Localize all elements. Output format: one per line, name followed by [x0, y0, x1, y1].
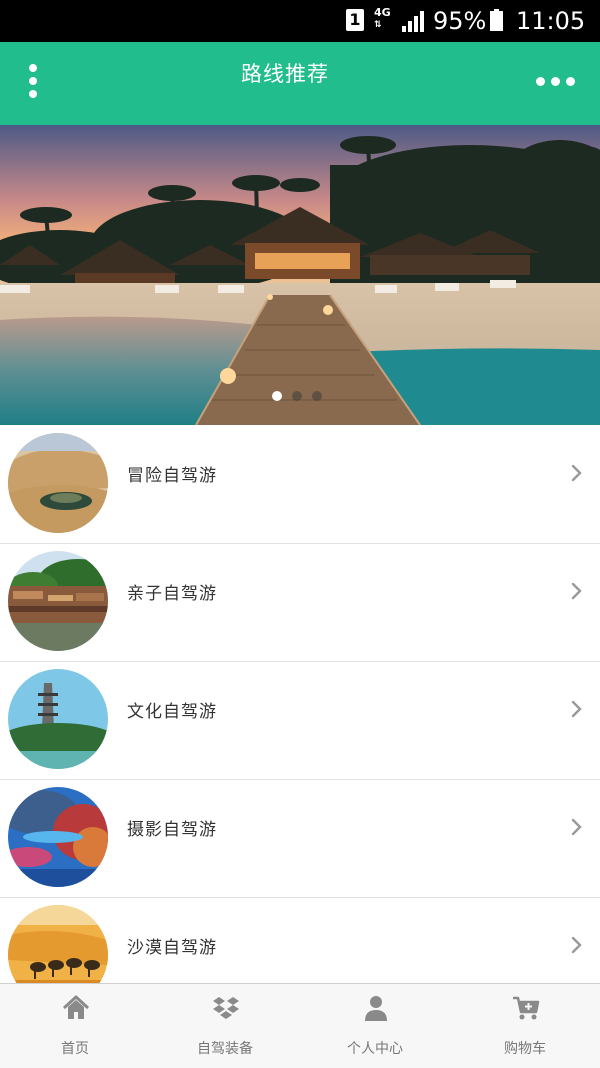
chevron-right-icon	[571, 700, 582, 718]
network-indicator: 4G ⇅	[374, 7, 391, 31]
tab-label: 购物车	[504, 1041, 546, 1057]
banner-image	[0, 125, 600, 425]
tab-profile[interactable]: 个人中心	[300, 984, 450, 1068]
tab-label: 首页	[61, 1041, 89, 1057]
carousel-dot[interactable]	[292, 391, 302, 401]
signal-icon	[402, 11, 424, 32]
chevron-right-icon	[571, 464, 582, 482]
chevron-right-icon	[571, 936, 582, 954]
list-item-label: 沙漠自驾游	[127, 938, 217, 958]
dropbox-icon	[213, 997, 239, 1019]
banner-carousel[interactable]	[0, 125, 600, 425]
status-bar: 1 4G ⇅ 95% 11:05	[0, 0, 600, 42]
chevron-right-icon	[571, 818, 582, 836]
horizontal-dots-icon[interactable]	[528, 70, 580, 92]
battery-icon	[490, 9, 503, 31]
list-item[interactable]: 文化自驾游	[0, 661, 600, 780]
list-item[interactable]: 摄影自驾游	[0, 779, 600, 898]
sim-indicator: 1	[346, 9, 364, 31]
clock: 11:05	[516, 7, 586, 35]
cart-plus-icon	[513, 996, 540, 1020]
home-icon	[62, 995, 90, 1019]
carousel-dot[interactable]	[312, 391, 322, 401]
list-item-label: 摄影自驾游	[127, 820, 217, 840]
bottom-tab-bar: 首页 自驾装备 个人中心 购物车	[0, 983, 600, 1068]
chevron-right-icon	[571, 582, 582, 600]
route-thumbnail	[8, 551, 108, 651]
data-arrows-icon: ⇅	[374, 20, 382, 30]
app-header: 路线推荐	[0, 42, 600, 125]
network-label: 4G	[374, 6, 391, 19]
route-thumbnail	[8, 433, 108, 533]
tab-label: 个人中心	[347, 1041, 403, 1057]
list-item[interactable]: 亲子自驾游	[0, 543, 600, 662]
carousel-dot[interactable]	[272, 391, 282, 401]
page-title: 路线推荐	[241, 62, 329, 86]
list-item[interactable]: 冒险自驾游	[0, 425, 600, 544]
user-icon	[365, 996, 387, 1021]
list-item-label: 亲子自驾游	[127, 584, 217, 604]
tab-gear[interactable]: 自驾装备	[150, 984, 300, 1068]
route-thumbnail	[8, 669, 108, 769]
route-thumbnail	[8, 787, 108, 887]
battery-percent: 95%	[433, 7, 487, 35]
tab-label: 自驾装备	[197, 1041, 253, 1057]
list-item-label: 冒险自驾游	[127, 466, 217, 486]
tab-home[interactable]: 首页	[0, 984, 150, 1068]
list-item-label: 文化自驾游	[127, 702, 217, 722]
tab-cart[interactable]: 购物车	[450, 984, 600, 1068]
